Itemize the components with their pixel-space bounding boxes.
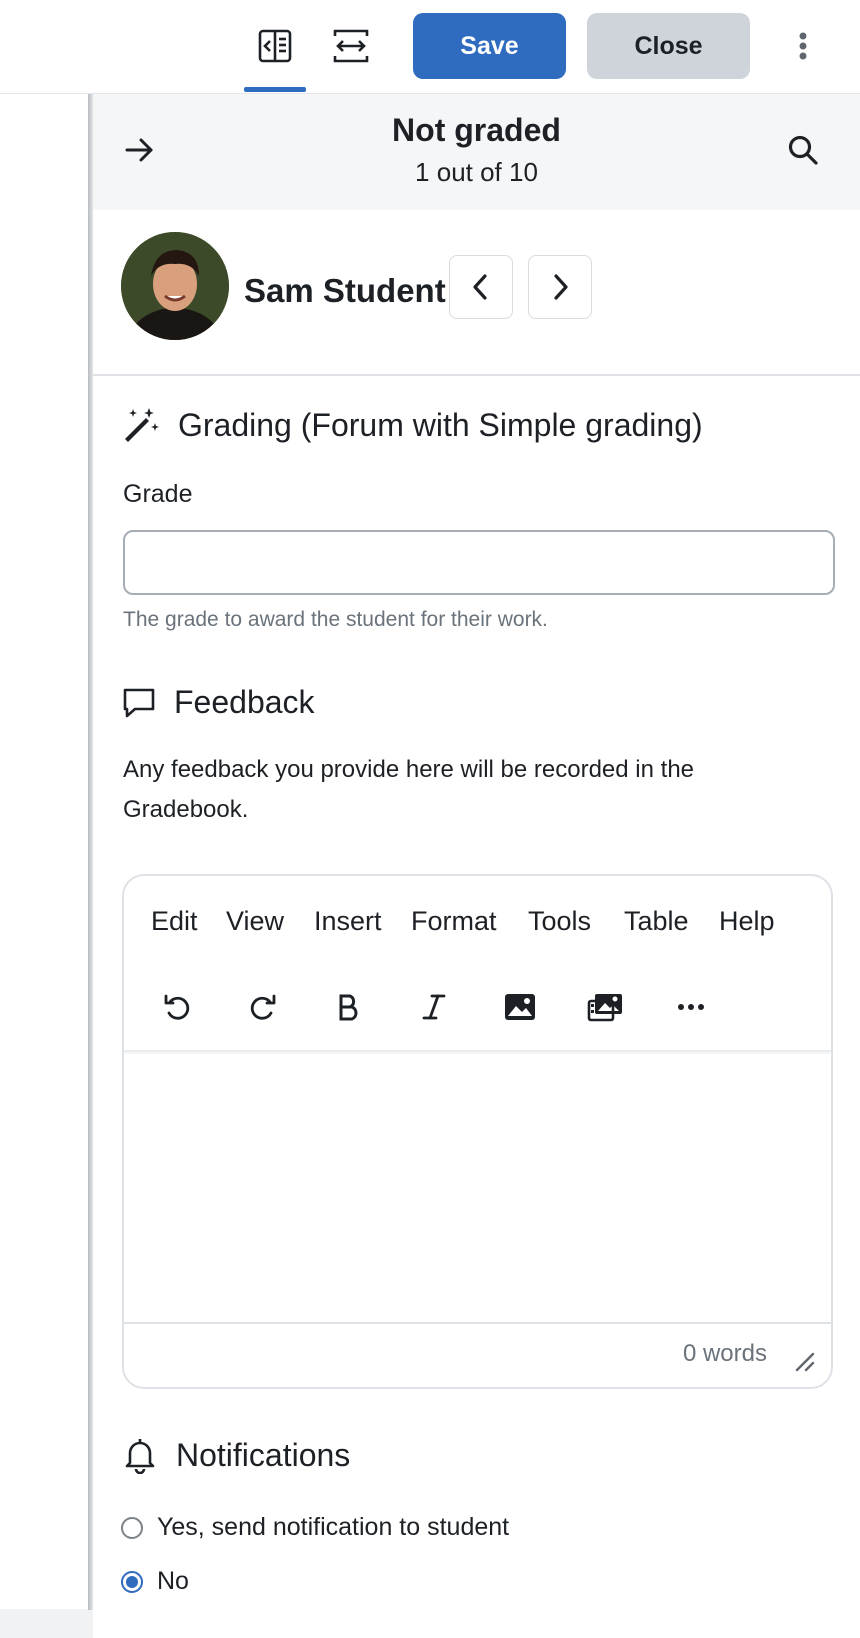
editor-menubar: Edit View Insert Format Tools Table Help bbox=[124, 876, 831, 966]
feedback-editor: Edit View Insert Format Tools Table Help bbox=[122, 874, 833, 1389]
grading-status-count: 1 out of 10 bbox=[415, 157, 538, 187]
section-divider bbox=[93, 374, 860, 376]
chevron-left-icon bbox=[469, 272, 493, 302]
more-actions-button[interactable] bbox=[788, 22, 818, 70]
content-area-edge bbox=[0, 94, 90, 1638]
magic-wand-icon bbox=[122, 406, 160, 444]
notify-yes-label: Yes, send notification to student bbox=[157, 1513, 510, 1541]
more-tools-button[interactable] bbox=[666, 982, 716, 1032]
feedback-heading: Feedback bbox=[174, 684, 315, 720]
grade-help-text: The grade to award the student for their… bbox=[123, 608, 548, 631]
editor-toolbar bbox=[124, 966, 831, 1052]
more-icon bbox=[677, 1003, 705, 1011]
menu-tools[interactable]: Tools bbox=[528, 906, 591, 937]
kebab-icon bbox=[798, 31, 808, 61]
student-name: Sam Student bbox=[244, 272, 446, 309]
chevron-right-icon bbox=[548, 272, 572, 302]
menu-insert[interactable]: Insert bbox=[314, 906, 382, 937]
notify-yes-radio[interactable] bbox=[121, 1516, 143, 1539]
italic-button[interactable] bbox=[409, 982, 459, 1032]
close-button[interactable]: Close bbox=[587, 13, 750, 79]
menu-format[interactable]: Format bbox=[411, 906, 497, 937]
search-icon bbox=[785, 132, 821, 168]
grade-label: Grade bbox=[123, 480, 193, 508]
grading-section-heading: Grading (Forum with Simple grading) bbox=[122, 406, 703, 444]
grading-status-title: Not graded bbox=[392, 112, 561, 148]
editor-statusbar: 0 words bbox=[124, 1322, 831, 1387]
search-users-button[interactable] bbox=[785, 132, 821, 168]
bell-icon bbox=[122, 1436, 158, 1474]
collapse-review-panel-button[interactable] bbox=[244, 0, 306, 92]
feedback-section-heading: Feedback bbox=[122, 684, 315, 721]
menu-edit[interactable]: Edit bbox=[151, 906, 198, 937]
expand-horizontal-icon bbox=[332, 28, 370, 64]
insert-media-button[interactable] bbox=[580, 982, 630, 1032]
panel-left-icon bbox=[257, 28, 293, 64]
next-student-button[interactable] bbox=[528, 255, 592, 319]
menu-table[interactable]: Table bbox=[624, 906, 689, 937]
bold-button[interactable] bbox=[323, 982, 373, 1032]
notify-no-label: No bbox=[157, 1567, 189, 1595]
panel-header: Not graded 1 out of 10 bbox=[93, 94, 860, 210]
notifications-section-heading: Notifications bbox=[122, 1436, 350, 1474]
feedback-description: Any feedback you provide here will be re… bbox=[123, 756, 695, 823]
grader-topbar: Save Close bbox=[0, 0, 860, 94]
editor-content-area[interactable] bbox=[124, 1054, 831, 1322]
undo-button[interactable] bbox=[152, 982, 202, 1032]
notify-no-radio[interactable] bbox=[121, 1570, 143, 1593]
expand-both-panels-button[interactable] bbox=[320, 0, 382, 92]
comment-icon bbox=[122, 686, 156, 720]
insert-image-button[interactable] bbox=[495, 982, 545, 1032]
word-count: 0 words bbox=[682, 1340, 767, 1367]
notify-no-option[interactable]: No bbox=[121, 1567, 189, 1596]
notify-yes-option[interactable]: Yes, send notification to student bbox=[121, 1513, 509, 1542]
avatar bbox=[121, 232, 229, 340]
redo-icon bbox=[248, 992, 278, 1022]
menu-help[interactable]: Help bbox=[719, 906, 775, 937]
menu-view[interactable]: View bbox=[226, 906, 284, 937]
redo-button[interactable] bbox=[238, 982, 288, 1032]
italic-icon bbox=[421, 992, 447, 1022]
grade-input[interactable] bbox=[123, 530, 835, 595]
previous-student-button[interactable] bbox=[449, 255, 513, 319]
grading-heading: Grading (Forum with Simple grading) bbox=[178, 406, 703, 443]
save-button[interactable]: Save bbox=[413, 13, 566, 79]
bold-icon bbox=[335, 992, 361, 1022]
image-icon bbox=[504, 993, 536, 1021]
media-icon bbox=[587, 992, 623, 1022]
grading-panel: Not graded 1 out of 10 Sam Student Gradi… bbox=[93, 94, 860, 1638]
content-area-footer bbox=[0, 1609, 93, 1638]
resize-handle-icon[interactable] bbox=[793, 1350, 817, 1374]
notifications-heading: Notifications bbox=[176, 1436, 351, 1473]
undo-icon bbox=[162, 992, 192, 1022]
